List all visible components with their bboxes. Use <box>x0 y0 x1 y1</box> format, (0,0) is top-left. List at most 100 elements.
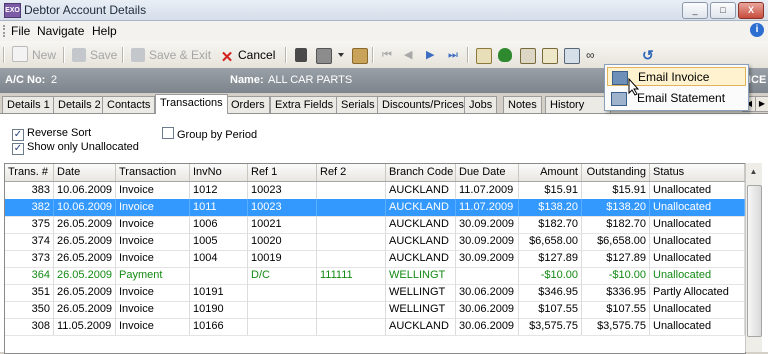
minimize-button[interactable]: _ <box>682 2 708 19</box>
cell-outstanding: $182.70 <box>582 216 650 233</box>
cell-status: Unallocated <box>650 199 745 216</box>
tab-history-note[interactable]: History Note <box>545 96 611 113</box>
column-header[interactable]: InvNo <box>190 164 248 181</box>
card-icon[interactable] <box>564 48 580 64</box>
cell-ref2: 111111 <box>317 267 386 284</box>
next-record-icon[interactable]: ▶ <box>426 48 440 62</box>
table-row[interactable]: 373 26.05.2009 Invoice 1004 10019 AUCKLAND 30.… <box>5 250 745 268</box>
column-header[interactable]: Branch Code <box>386 164 456 181</box>
cell-branch-code: AUCKLAND <box>386 199 456 216</box>
cell-trans-no: 351 <box>5 284 54 301</box>
tab-extra-fields[interactable]: Extra Fields <box>270 96 339 113</box>
mouse-cursor-icon <box>628 78 640 96</box>
refresh-icon[interactable]: ↺ <box>642 48 656 62</box>
column-header[interactable]: Ref 1 <box>248 164 317 181</box>
report-icon[interactable] <box>352 48 368 64</box>
save-exit-button[interactable]: Save & Exit <box>131 46 211 64</box>
cell-ref2 <box>317 182 386 199</box>
cell-ref1: 10023 <box>248 182 317 199</box>
first-record-icon[interactable]: ⏮ <box>382 48 396 62</box>
document-edit-icon[interactable] <box>542 48 558 64</box>
cell-date: 26.05.2009 <box>54 284 116 301</box>
table-row[interactable]: 382 10.06.2009 Invoice 1011 10023 AUCKLAND 11.… <box>5 199 745 217</box>
disk-exit-icon <box>131 48 145 62</box>
tab-orders[interactable]: Orders <box>226 96 270 113</box>
vertical-scrollbar[interactable]: ▲ <box>745 163 762 352</box>
info-icon[interactable]: i <box>750 23 764 37</box>
cell-transaction: Invoice <box>116 250 190 267</box>
tab-contacts[interactable]: Contacts <box>102 96 156 113</box>
cell-amount: $138.20 <box>519 199 582 216</box>
reverse-sort-checkbox[interactable]: ✓ Reverse Sort <box>12 127 91 141</box>
cell-amount: -$10.00 <box>519 267 582 284</box>
save-button[interactable]: Save <box>72 46 117 64</box>
cancel-button[interactable]: ✕ Cancel <box>220 46 276 65</box>
scroll-up-icon[interactable]: ▲ <box>747 164 760 180</box>
cell-ref2 <box>317 216 386 233</box>
column-header[interactable]: Ref 2 <box>317 164 386 181</box>
menu-help[interactable]: Help <box>92 24 117 38</box>
menu-grip <box>3 25 8 37</box>
close-button[interactable]: X <box>738 2 764 19</box>
cell-outstanding: -$10.00 <box>582 267 650 284</box>
menu-navigate[interactable]: Navigate <box>37 24 84 38</box>
cell-due-date: 11.07.2009 <box>456 199 519 216</box>
cell-due-date: 30.09.2009 <box>456 216 519 233</box>
email-invoice-icon <box>612 71 628 85</box>
tab-transactions[interactable]: Transactions <box>155 94 228 114</box>
show-unallocated-checkbox[interactable]: ✓ Show only Unallocated <box>12 141 139 155</box>
column-header[interactable]: Transaction <box>116 164 190 181</box>
toolbar-separator <box>63 47 65 63</box>
column-header[interactable]: Status <box>650 164 745 181</box>
last-record-icon[interactable]: ⏭ <box>448 48 462 62</box>
trash-icon[interactable] <box>295 48 307 62</box>
table-row[interactable]: 350 26.05.2009 Invoice 10190 WELLINGT 30.06.2… <box>5 301 745 319</box>
group-by-period-checkbox[interactable]: Group by Period <box>162 127 257 141</box>
tab-serials[interactable]: Serials <box>336 96 380 113</box>
cell-status: Unallocated <box>650 301 745 318</box>
table-row[interactable]: 374 26.05.2009 Invoice 1005 10020 AUCKLAND 30.… <box>5 233 745 251</box>
cell-branch-code: AUCKLAND <box>386 250 456 267</box>
cell-branch-code: AUCKLAND <box>386 233 456 250</box>
cell-trans-no: 374 <box>5 233 54 250</box>
previous-record-icon[interactable]: ◀ <box>404 48 418 62</box>
tab-details-2[interactable]: Details 2 <box>53 96 106 113</box>
table-row[interactable]: 308 11.05.2009 Invoice 10166 AUCKLAND 30.06.2… <box>5 318 745 336</box>
cell-outstanding: $107.55 <box>582 301 650 318</box>
tab-notes[interactable]: Notes <box>503 96 542 113</box>
print-dropdown-arrow-icon[interactable] <box>338 53 344 57</box>
cell-transaction: Payment <box>116 267 190 284</box>
money-bag-icon[interactable] <box>498 48 512 62</box>
menu-file[interactable]: File <box>11 24 30 38</box>
table-row[interactable]: 375 26.05.2009 Invoice 1006 10021 AUCKLAND 30.… <box>5 216 745 234</box>
toolbar-separator <box>467 47 469 63</box>
cell-status: Unallocated <box>650 267 745 284</box>
table-row[interactable]: 364 26.05.2009 Payment D/C 111111 WELLINGT -$1… <box>5 267 745 285</box>
column-header[interactable]: Trans. # <box>5 164 54 181</box>
cell-inv-no: 10166 <box>190 318 248 335</box>
tab-jobs[interactable]: Jobs <box>464 96 498 113</box>
email-statement-icon <box>611 92 627 106</box>
notes-icon[interactable] <box>476 48 492 64</box>
transactions-table: Trans. # Date Transaction InvNo Ref 1 Re… <box>4 163 746 354</box>
table-row[interactable]: 383 10.06.2009 Invoice 1012 10023 AUCKLAND 11.… <box>5 182 745 200</box>
table-row[interactable]: 351 26.05.2009 Invoice 10191 WELLINGT 30.06.2… <box>5 284 745 302</box>
tab-details-1[interactable]: Details 1 <box>2 96 55 113</box>
printer-icon[interactable] <box>316 48 332 64</box>
new-button[interactable]: New <box>12 46 56 64</box>
column-header[interactable]: Outstanding <box>582 164 650 181</box>
column-header[interactable]: Date <box>54 164 116 181</box>
tab-scroll-right-icon[interactable]: ▶ <box>755 96 768 112</box>
tab-discounts-prices[interactable]: Discounts/Prices <box>377 96 469 113</box>
binoculars-icon[interactable]: ∞ <box>586 48 600 62</box>
cell-trans-no: 383 <box>5 182 54 199</box>
scrollbar-thumb[interactable] <box>747 185 762 337</box>
maximize-button[interactable]: □ <box>710 2 736 19</box>
title-bar: EXO Debtor Account Details _ □ X <box>0 0 768 21</box>
cell-due-date: 30.06.2009 <box>456 318 519 335</box>
edit-form-icon[interactable] <box>520 48 536 64</box>
cell-status: Unallocated <box>650 182 745 199</box>
cell-date: 26.05.2009 <box>54 233 116 250</box>
column-header[interactable]: Amount <box>519 164 582 181</box>
column-header[interactable]: Due Date <box>456 164 519 181</box>
